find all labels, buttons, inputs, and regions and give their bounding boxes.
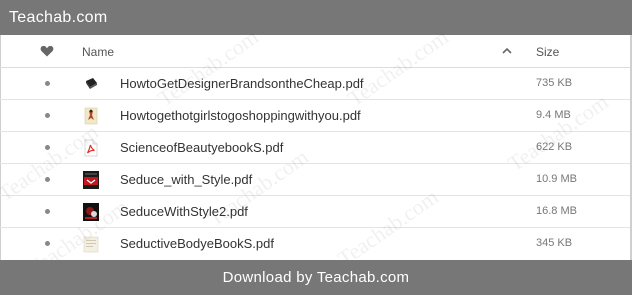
file-size: 622 KB <box>536 141 573 153</box>
site-title: Teachab.com <box>9 9 108 26</box>
heart-icon[interactable] <box>40 44 54 58</box>
download-label[interactable]: Download by Teachab.com <box>223 269 410 286</box>
column-header-name[interactable]: Name <box>82 45 114 59</box>
illustration-thumbnail <box>84 107 98 125</box>
bullet-icon <box>45 81 50 86</box>
file-rows: HowtoGetDesignerBrandsontheCheap.pdf 735… <box>0 68 632 260</box>
site-title-bar: Teachab.com <box>0 0 632 35</box>
file-name[interactable]: Seduce_with_Style.pdf <box>120 172 252 187</box>
file-size: 10.9 MB <box>536 173 577 185</box>
file-row[interactable]: Seduce_with_Style.pdf 10.9 MB <box>0 164 632 196</box>
file-row[interactable]: SeduceWithStyle2.pdf 16.8 MB <box>0 196 632 228</box>
file-size: 345 KB <box>536 237 573 249</box>
file-name[interactable]: SeduceWithStyle2.pdf <box>120 204 248 219</box>
file-row[interactable]: SeductiveBodyeBookS.pdf 345 KB <box>0 228 632 260</box>
column-header-size[interactable]: Size <box>536 45 559 59</box>
bullet-icon <box>45 209 50 214</box>
file-listing: Name Size HowtoGetDesignerBrandsontheChe… <box>0 35 632 260</box>
bullet-icon <box>45 145 50 150</box>
file-row[interactable]: ScienceofBeautyebookS.pdf 622 KB <box>0 132 632 164</box>
file-size: 735 KB <box>536 77 573 89</box>
paper-thumbnail <box>83 236 99 253</box>
file-name[interactable]: ScienceofBeautyebookS.pdf <box>120 140 283 155</box>
listing-header: Name Size <box>0 35 632 68</box>
file-row[interactable]: Howtogethotgirlstogoshoppingwithyou.pdf … <box>0 100 632 132</box>
bullet-icon <box>45 113 50 118</box>
file-row[interactable]: HowtoGetDesignerBrandsontheCheap.pdf 735… <box>0 68 632 100</box>
file-size: 16.8 MB <box>536 205 577 217</box>
sort-ascending-icon[interactable] <box>501 46 513 56</box>
bullet-icon <box>45 241 50 246</box>
red-cover-thumbnail <box>83 171 99 189</box>
dark-cover-thumbnail <box>83 203 99 221</box>
pdf-icon <box>84 139 98 157</box>
file-name[interactable]: HowtoGetDesignerBrandsontheCheap.pdf <box>120 76 364 91</box>
file-name[interactable]: Howtogethotgirlstogoshoppingwithyou.pdf <box>120 108 361 123</box>
file-size: 9.4 MB <box>536 109 571 121</box>
dark-book-icon <box>86 78 97 89</box>
bullet-icon <box>45 177 50 182</box>
download-bar[interactable]: Download by Teachab.com <box>0 260 632 295</box>
file-name[interactable]: SeductiveBodyeBookS.pdf <box>120 236 274 251</box>
